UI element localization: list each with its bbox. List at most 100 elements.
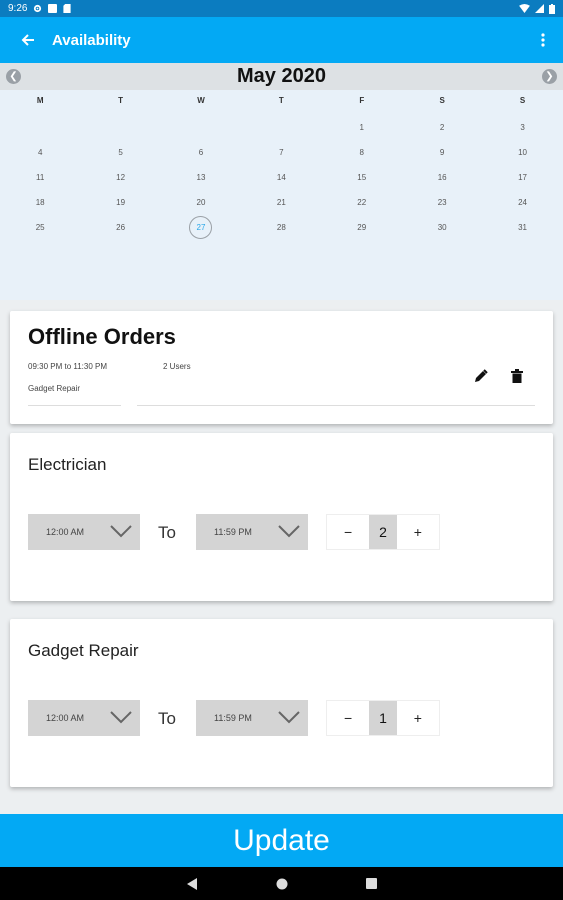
from-time-select[interactable]: 12:00 AM	[28, 514, 140, 550]
more-vert-icon	[541, 33, 545, 47]
weekday-label: S	[519, 95, 526, 105]
calendar-day-label: 9	[439, 148, 445, 157]
calendar-day[interactable]: 25	[0, 215, 80, 240]
page-title: Availability	[52, 31, 131, 49]
order-time-range: 09:30 PM to 11:30 PM	[28, 362, 108, 371]
calendar-day-label: 17	[518, 173, 527, 182]
to-label: To	[158, 523, 176, 542]
calendar-day-label: 3	[520, 123, 525, 132]
quantity-value: 2	[369, 515, 397, 549]
update-button[interactable]: Update	[0, 814, 563, 867]
to-time-select[interactable]: 11:59 PM	[196, 514, 308, 550]
calendar-day-label: 10	[518, 148, 527, 157]
calendar-day[interactable]: 10	[482, 140, 562, 165]
calendar-day[interactable]: 21	[241, 190, 321, 215]
nav-home-icon[interactable]	[276, 878, 288, 890]
calendar-day[interactable]: 29	[322, 215, 402, 240]
calendar-day[interactable]: 5	[80, 140, 160, 165]
next-month-button[interactable]: ❯	[542, 69, 557, 84]
calendar-day[interactable]: 6	[161, 140, 241, 165]
delete-button[interactable]	[511, 369, 523, 388]
nav-back-icon[interactable]	[186, 877, 198, 890]
nav-recents-icon[interactable]	[365, 878, 377, 889]
calendar-day-label: 29	[357, 223, 367, 232]
app-bar: Availability	[0, 17, 563, 63]
arrow-left-icon	[21, 34, 34, 46]
calendar-day[interactable]: 17	[482, 165, 562, 190]
skill-card: Electrician 12:00 AM To 11:59 PM − 2 +	[10, 433, 553, 601]
notification-icon	[48, 4, 58, 13]
calendar-day[interactable]: 11	[0, 165, 80, 190]
calendar-day[interactable]: 7	[241, 140, 321, 165]
weekday-label: F	[359, 95, 365, 105]
prev-month-button[interactable]: ❮	[6, 69, 21, 84]
calendar-day-label: 20	[196, 198, 206, 207]
calendar-day-label: 12	[116, 173, 126, 182]
calendar-day-label: 14	[276, 173, 286, 182]
calendar-day[interactable]: 4	[0, 140, 80, 165]
signal-icon	[535, 4, 544, 13]
to-time-value: 11:59 PM	[214, 713, 252, 723]
skill-name: Gadget Repair	[28, 641, 139, 660]
calendar-day[interactable]: 27	[161, 215, 241, 240]
divider	[137, 405, 535, 406]
increment-button[interactable]: +	[396, 701, 440, 735]
calendar-day[interactable]: 24	[482, 190, 562, 215]
wifi-icon	[519, 4, 530, 13]
status-time: 9:26	[8, 3, 28, 14]
calendar-day[interactable]: 18	[0, 190, 80, 215]
calendar-day[interactable]: 1	[322, 115, 402, 140]
calendar-day[interactable]: 16	[402, 165, 482, 190]
back-button[interactable]	[0, 33, 56, 47]
chevron-left-icon: ❮	[9, 70, 18, 82]
weekday-label: W	[197, 95, 205, 105]
calendar-day[interactable]: 13	[161, 165, 241, 190]
overflow-menu-button[interactable]	[523, 33, 563, 47]
calendar-day[interactable]: 8	[322, 140, 402, 165]
edit-button[interactable]	[474, 369, 488, 388]
calendar-day-label: 19	[116, 198, 126, 207]
calendar-day[interactable]: 14	[241, 165, 321, 190]
calendar-day[interactable]: 20	[161, 190, 241, 215]
increment-button[interactable]: +	[396, 515, 440, 549]
calendar-day[interactable]: 2	[402, 115, 482, 140]
calendar-day-label: 11	[36, 173, 45, 182]
calendar-empty-cell	[161, 115, 241, 140]
trash-icon	[511, 369, 523, 383]
calendar-day[interactable]: 9	[402, 140, 482, 165]
decrement-button[interactable]: −	[327, 515, 370, 549]
chevron-down-icon	[278, 711, 300, 724]
calendar-day-label: 23	[437, 198, 447, 207]
calendar-day[interactable]: 23	[402, 190, 482, 215]
calendar-day[interactable]: 31	[482, 215, 562, 240]
chevron-right-icon: ❯	[545, 70, 554, 82]
calendar: ❮ May 2020 ❯ M T W T F S S 1 2 3 4 5 6 7 8 9 10 11 12 13 14 1…	[0, 63, 563, 300]
calendar-day-label: 30	[437, 223, 447, 232]
decrement-button[interactable]: −	[327, 701, 370, 735]
order-card: Offline Orders 09:30 PM to 11:30 PM 2 Us…	[10, 311, 553, 424]
from-time-select[interactable]: 12:00 AM	[28, 700, 140, 736]
calendar-day-label: 21	[276, 198, 286, 207]
system-nav-bar	[0, 867, 563, 900]
calendar-day-label: 16	[437, 173, 447, 182]
skill-card: Gadget Repair 12:00 AM To 11:59 PM − 1 +	[10, 619, 553, 787]
sd-card-icon	[63, 4, 72, 13]
calendar-day[interactable]: 12	[80, 165, 160, 190]
order-users: 2 Users	[163, 362, 191, 371]
calendar-day[interactable]: 19	[80, 190, 160, 215]
settings-icon	[34, 4, 42, 13]
divider	[28, 405, 121, 406]
skill-name: Electrician	[28, 455, 107, 474]
calendar-day-label: 25	[35, 223, 45, 232]
calendar-day[interactable]: 26	[80, 215, 160, 240]
to-time-select[interactable]: 11:59 PM	[196, 700, 308, 736]
calendar-day[interactable]: 28	[241, 215, 321, 240]
calendar-day[interactable]: 15	[322, 165, 402, 190]
calendar-day[interactable]: 30	[402, 215, 482, 240]
calendar-day-label: 8	[359, 148, 364, 157]
calendar-day-label: 2	[439, 123, 445, 132]
calendar-day[interactable]: 22	[322, 190, 402, 215]
weekday-label: S	[439, 95, 445, 105]
calendar-month-title: May 2020	[237, 65, 326, 87]
calendar-day[interactable]: 3	[482, 115, 562, 140]
